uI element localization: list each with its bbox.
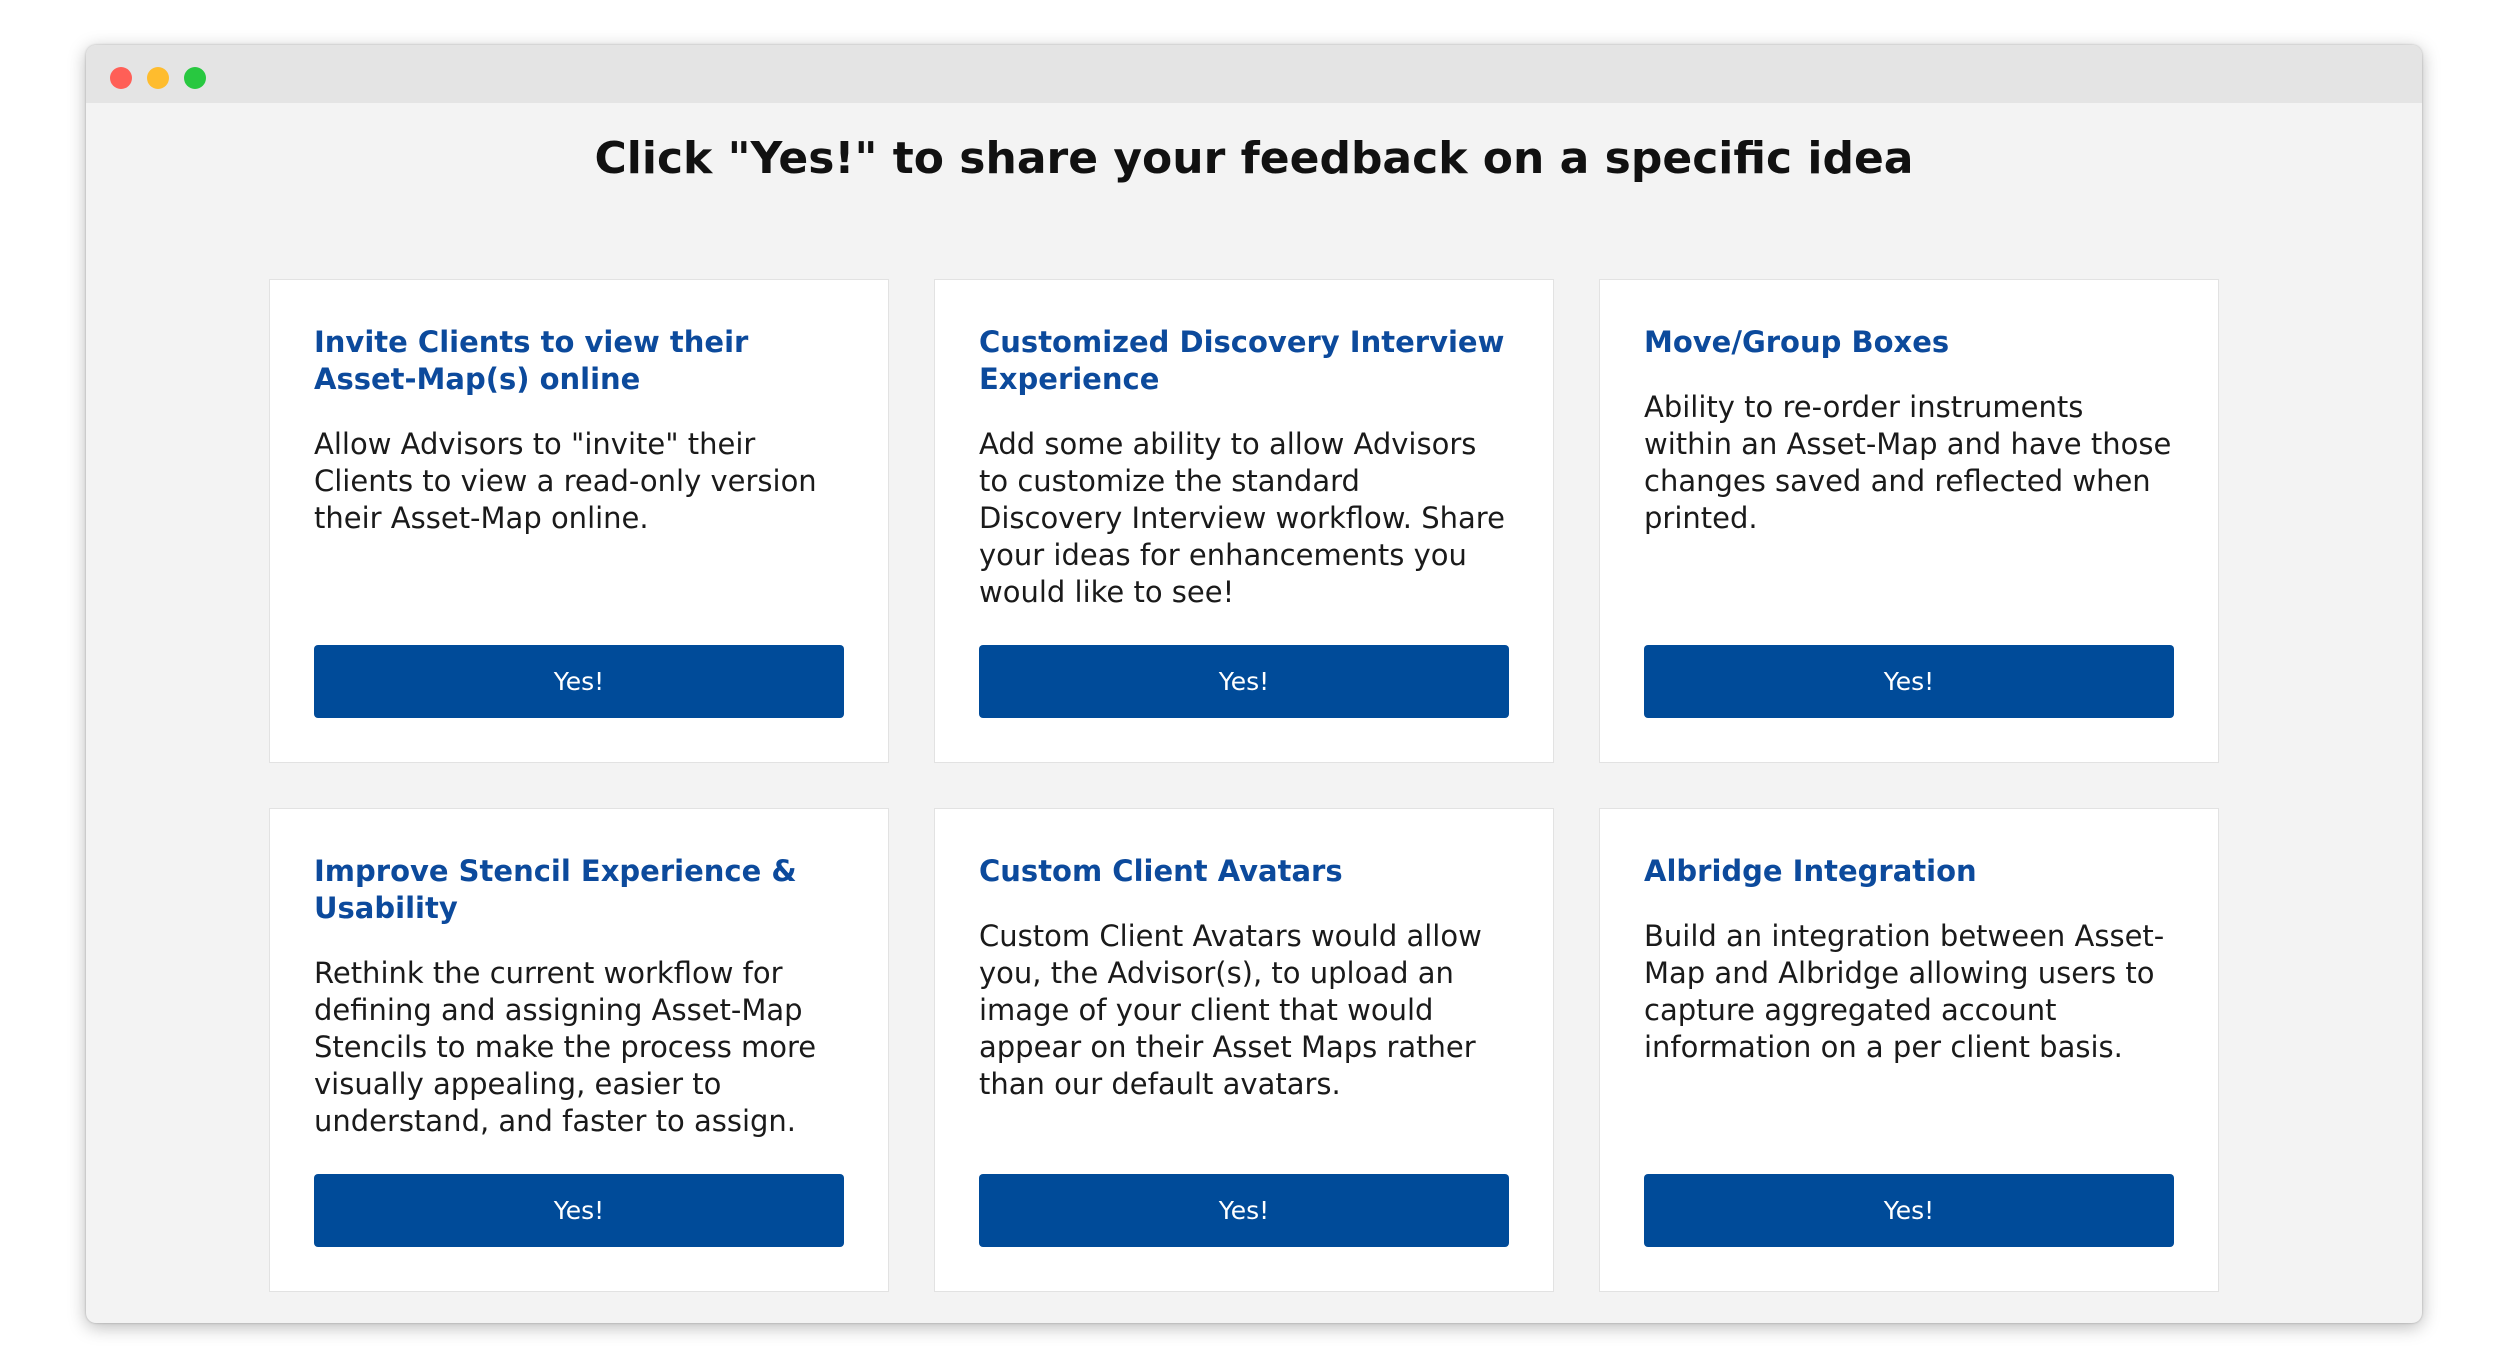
idea-card-client-avatars: Custom Client Avatars Custom Client Avat…	[934, 808, 1554, 1292]
idea-card-albridge-integration: Albridge Integration Build an integratio…	[1599, 808, 2219, 1292]
idea-card-discovery-interview: Customized Discovery Interview Experienc…	[934, 279, 1554, 763]
card-title: Customized Discovery Interview Experienc…	[979, 325, 1505, 396]
zoom-dot[interactable]	[184, 67, 206, 89]
card-title: Albridge Integration	[1644, 854, 1977, 888]
card-title: Improve Stencil Experience & Usability	[314, 854, 797, 925]
window-titlebar	[86, 45, 2422, 103]
yes-button[interactable]: Yes!	[1644, 1174, 2174, 1247]
yes-button[interactable]: Yes!	[314, 645, 844, 718]
card-description: Build an integration between Asset-Map a…	[1644, 919, 2165, 1064]
yes-button[interactable]: Yes!	[1644, 645, 2174, 718]
card-title: Custom Client Avatars	[979, 854, 1343, 888]
card-description: Add some ability to allow Advisors to cu…	[979, 427, 1505, 609]
ideas-grid: Invite Clients to view their Asset-Map(s…	[269, 279, 2219, 1292]
card-description: Rethink the current workflow for definin…	[314, 956, 817, 1138]
card-description: Custom Client Avatars would allow you, t…	[979, 919, 1482, 1101]
page-heading: Click "Yes!" to share your feedback on a…	[594, 133, 1914, 184]
card-title: Move/Group Boxes	[1644, 325, 1950, 359]
yes-button[interactable]: Yes!	[979, 645, 1509, 718]
card-description: Allow Advisors to "invite" their Clients…	[314, 427, 817, 535]
browser-window: Click "Yes!" to share your feedback on a…	[86, 45, 2422, 1323]
idea-card-invite-clients: Invite Clients to view their Asset-Map(s…	[269, 279, 889, 763]
yes-button[interactable]: Yes!	[314, 1174, 844, 1247]
yes-button[interactable]: Yes!	[979, 1174, 1509, 1247]
close-dot[interactable]	[110, 67, 132, 89]
card-title: Invite Clients to view their Asset-Map(s…	[314, 325, 749, 396]
minimize-dot[interactable]	[147, 67, 169, 89]
card-description: Ability to re-order instruments within a…	[1644, 390, 2172, 535]
idea-card-move-group-boxes: Move/Group Boxes Ability to re-order ins…	[1599, 279, 2219, 763]
idea-card-stencil-experience: Improve Stencil Experience & Usability R…	[269, 808, 889, 1292]
